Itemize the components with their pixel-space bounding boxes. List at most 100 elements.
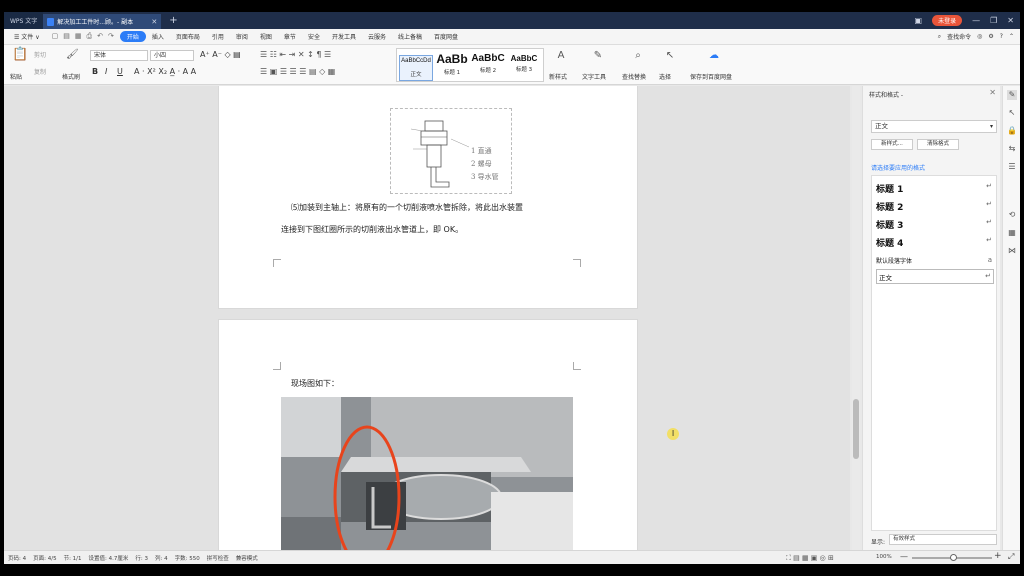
- format-painter-button[interactable]: 格式刷: [62, 72, 80, 81]
- settings-icon[interactable]: ⚙: [988, 33, 993, 40]
- paste-button[interactable]: 粘贴: [10, 72, 22, 81]
- align-icons[interactable]: ☰ ▣ ☰ ☰ ☰ ▤ ◇ ▦: [260, 67, 335, 76]
- document-tab-title: 解决加工工件时...顾。- 副本: [57, 19, 134, 26]
- save-baidu-button[interactable]: 保存到百度网盘: [690, 72, 732, 81]
- tab-cloud[interactable]: 云服务: [362, 32, 392, 41]
- tab-review[interactable]: 审阅: [230, 32, 254, 41]
- pen-icon[interactable]: ✎: [1007, 90, 1017, 100]
- zoom-knob[interactable]: [950, 554, 957, 561]
- tab-view[interactable]: 视图: [254, 32, 278, 41]
- close-tab-icon[interactable]: ✕: [151, 18, 157, 26]
- clear-format-button[interactable]: 清除格式: [917, 139, 959, 150]
- restore-button[interactable]: ❐: [990, 16, 997, 25]
- search-command[interactable]: 查找命令: [947, 32, 971, 41]
- new-icon[interactable]: ▢: [52, 32, 59, 41]
- vertical-scrollbar[interactable]: [852, 86, 860, 550]
- paste-icon[interactable]: 📋: [12, 48, 28, 61]
- document-tab[interactable]: 解决加工工件时...顾。- 副本 ✕: [43, 14, 162, 29]
- style-list-item-heading-4[interactable]: 标题 4 ↵: [876, 236, 994, 249]
- style-heading-3[interactable]: AaBbC 标题 3: [507, 54, 541, 73]
- ribbon: 📋 粘贴 剪切 复制 🖌 格式刷 宋体 小四 A⁺ A⁻ ◇ ▤ B I U A…: [4, 45, 1020, 85]
- style-list-item-heading-3[interactable]: 标题 3 ↵: [876, 218, 994, 231]
- text-tools-button[interactable]: 文字工具: [582, 72, 606, 81]
- bold-button[interactable]: B: [92, 67, 98, 76]
- tab-home[interactable]: 开始: [119, 31, 146, 42]
- list-icons[interactable]: ☰ ☷ ⇤ ⇥ ✕ ↕ ¶ ☰: [260, 50, 331, 59]
- tab-security[interactable]: 安全: [302, 32, 326, 41]
- share-icon[interactable]: ⋈: [1007, 246, 1017, 256]
- file-menu[interactable]: ☰ 文件 ∨: [8, 32, 46, 41]
- tab-references[interactable]: 引用: [206, 32, 230, 41]
- tab-insert[interactable]: 插入: [146, 32, 170, 41]
- history-icon[interactable]: ⟲: [1007, 210, 1017, 220]
- zoom-level[interactable]: 100%: [876, 554, 892, 560]
- sync-icon[interactable]: ◎: [977, 33, 982, 40]
- document-page-2[interactable]: 现场图如下：: [218, 319, 638, 550]
- italic-button[interactable]: I: [105, 67, 107, 76]
- style-heading-1[interactable]: AaBb 标题 1: [435, 52, 469, 76]
- style-heading-2[interactable]: AaBbC 标题 2: [471, 53, 505, 74]
- minimize-button[interactable]: —: [972, 16, 980, 25]
- window-layout-icon[interactable]: ▣: [915, 16, 923, 25]
- scrollbar-thumb[interactable]: [853, 399, 859, 459]
- zoom-in-button[interactable]: +: [994, 551, 1002, 561]
- format-painter-icon[interactable]: 🖌: [66, 49, 79, 61]
- tab-chapter[interactable]: 章节: [278, 32, 302, 41]
- app-tab[interactable]: WPS 文字: [4, 12, 44, 29]
- login-button[interactable]: 未登录: [932, 15, 963, 26]
- font-effects-icons[interactable]: A · X² X₂ A̲ · A A: [134, 67, 196, 76]
- machine-photo[interactable]: [281, 397, 573, 550]
- collapse-ribbon-icon[interactable]: ⌃: [1009, 33, 1014, 40]
- font-name-select[interactable]: 宋体: [90, 50, 148, 61]
- save-icon[interactable]: ▦: [75, 32, 82, 41]
- tab-baidu-disk[interactable]: 百度网盘: [428, 32, 464, 41]
- document-page-1[interactable]: 1 直通 2 螺母 3 导水管 ⑸加装到主轴上：将原有的一个切削液喷水管拆除，将…: [218, 86, 638, 309]
- baidu-cloud-icon[interactable]: ☁: [708, 50, 720, 62]
- style-list-item-default-font[interactable]: 默认段落字体 a: [876, 256, 994, 265]
- cut-button[interactable]: 剪切: [34, 50, 46, 59]
- redo-icon[interactable]: ↷: [108, 32, 114, 41]
- lock-icon[interactable]: 🔒: [1007, 126, 1017, 136]
- print-icon[interactable]: ⎙: [86, 32, 92, 41]
- current-style-select[interactable]: 正文 ▾: [871, 120, 997, 133]
- status-word-count[interactable]: 字数: 550: [175, 554, 200, 562]
- find-replace-icon[interactable]: ⌕: [632, 50, 644, 62]
- zoom-slider[interactable]: [912, 554, 992, 561]
- find-replace-button[interactable]: 查找替换: [622, 72, 646, 81]
- close-panel-icon[interactable]: ✕: [989, 88, 996, 97]
- style-list-item-heading-2[interactable]: 标题 2 ↵: [876, 200, 994, 213]
- style-list-item-body[interactable]: 正文 ↵: [876, 269, 994, 284]
- document-workspace[interactable]: 1 直通 2 螺母 3 导水管 ⑸加装到主轴上：将原有的一个切削液喷水管拆除，将…: [4, 86, 850, 550]
- new-tab-button[interactable]: +: [169, 15, 177, 26]
- tab-online-backup[interactable]: 线上备稿: [392, 32, 428, 41]
- copy-button[interactable]: 复制: [34, 67, 46, 76]
- select-icon[interactable]: ↖: [1007, 108, 1017, 118]
- style-list-item-heading-1[interactable]: 标题 1 ↵: [876, 182, 994, 195]
- select-icon[interactable]: ↖: [664, 50, 676, 62]
- search-icon[interactable]: ⌕: [938, 33, 941, 41]
- font-size-select[interactable]: 小四: [150, 50, 194, 61]
- view-mode-icons[interactable]: ⛶ ▤ ▦ ▣ ◎ ⊞: [786, 554, 834, 563]
- tab-developer[interactable]: 开发工具: [326, 32, 362, 41]
- text-tools-icon[interactable]: ✎: [592, 50, 604, 62]
- zoom-out-button[interactable]: —: [900, 552, 908, 561]
- new-style-panel-button[interactable]: 新样式...: [871, 139, 913, 150]
- undo-icon[interactable]: ↶: [97, 32, 103, 41]
- style-normal[interactable]: AaBbCcDd 正文: [399, 55, 433, 81]
- help-icon[interactable]: ?: [1000, 33, 1003, 40]
- styles-panel-title[interactable]: 样式和格式 -: [869, 90, 903, 99]
- fullscreen-icon[interactable]: ⤢: [1008, 552, 1014, 562]
- close-button[interactable]: ✕: [1007, 16, 1014, 25]
- show-filter-select[interactable]: 有效样式: [889, 534, 997, 545]
- underline-button[interactable]: U: [117, 67, 123, 76]
- select-button[interactable]: 选择: [659, 72, 671, 81]
- spell-check-button[interactable]: 拼写检查: [207, 554, 229, 562]
- open-icon[interactable]: ▤: [63, 32, 70, 41]
- format-icon[interactable]: ⇆: [1007, 144, 1017, 154]
- layout-icon[interactable]: ☰: [1007, 162, 1017, 172]
- grow-font-icon[interactable]: A⁺ A⁻ ◇ ▤: [200, 50, 241, 59]
- tab-page-layout[interactable]: 页面布局: [170, 32, 206, 41]
- new-style-icon[interactable]: A: [555, 50, 567, 62]
- new-style-button[interactable]: 新样式: [549, 72, 567, 81]
- gallery-icon[interactable]: ▦: [1007, 228, 1017, 238]
